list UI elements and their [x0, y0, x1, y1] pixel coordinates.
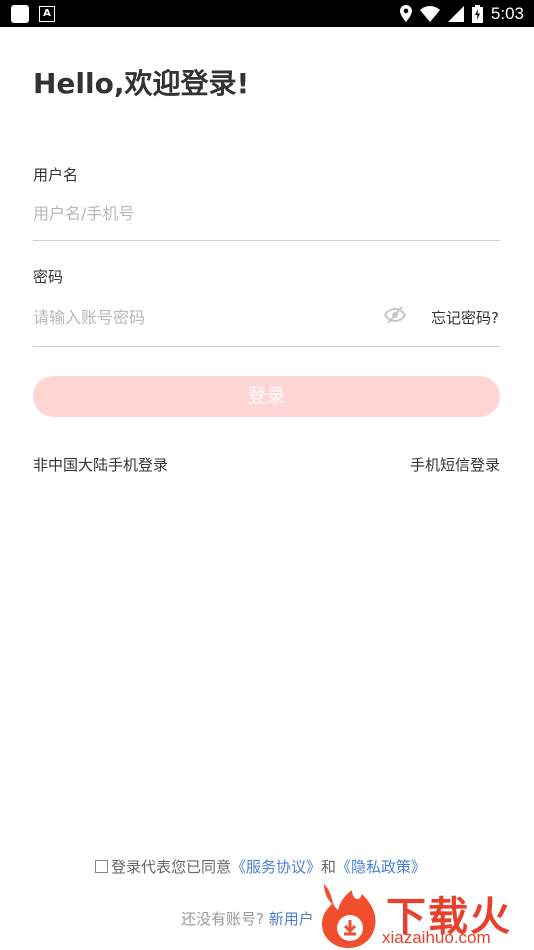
register-row: 还没有账号? 新用户: [181, 908, 314, 929]
new-user-link[interactable]: 新用户: [269, 910, 314, 928]
keyboard-notification-icon: A: [39, 6, 55, 22]
sms-login-link[interactable]: 手机短信登录: [410, 454, 500, 475]
agreement-checkbox[interactable]: [95, 860, 108, 873]
password-label: 密码: [33, 268, 64, 286]
status-bar: A 5:03: [0, 0, 534, 27]
location-icon: [399, 5, 412, 22]
agreement-row: 登录代表您已同意 《服务协议》 和 《隐私政策》: [95, 856, 426, 877]
agreement-and: 和: [321, 858, 337, 876]
clock-time: 5:03: [490, 3, 524, 23]
privacy-policy-link[interactable]: 《隐私政策》: [336, 856, 426, 877]
signal-icon: [447, 5, 464, 22]
watermark-logo: 下载火 xiazaihuo.com: [316, 880, 534, 950]
username-input[interactable]: [33, 202, 500, 224]
page-title: Hello,欢迎登录!: [33, 67, 250, 100]
login-button[interactable]: 登录: [33, 376, 500, 417]
watermark-url: xiazaihuo.com: [382, 928, 491, 947]
service-agreement-link[interactable]: 《服务协议》: [231, 856, 321, 877]
wifi-icon: [419, 5, 440, 22]
non-mainland-phone-login-link[interactable]: 非中国大陆手机登录: [33, 454, 168, 475]
password-input[interactable]: [33, 306, 373, 328]
agreement-prefix: 登录代表您已同意: [111, 858, 232, 876]
app-notification-icon: [11, 5, 29, 23]
fire-logo-icon: [322, 884, 376, 948]
register-prompt: 还没有账号?: [181, 910, 264, 928]
forgot-password-link[interactable]: 忘记密码?: [431, 307, 499, 328]
battery-charging-icon: [471, 4, 483, 23]
username-underline: [33, 240, 500, 241]
username-label: 用户名: [33, 166, 79, 184]
eye-hidden-icon[interactable]: [383, 306, 407, 324]
password-underline: [33, 346, 500, 347]
